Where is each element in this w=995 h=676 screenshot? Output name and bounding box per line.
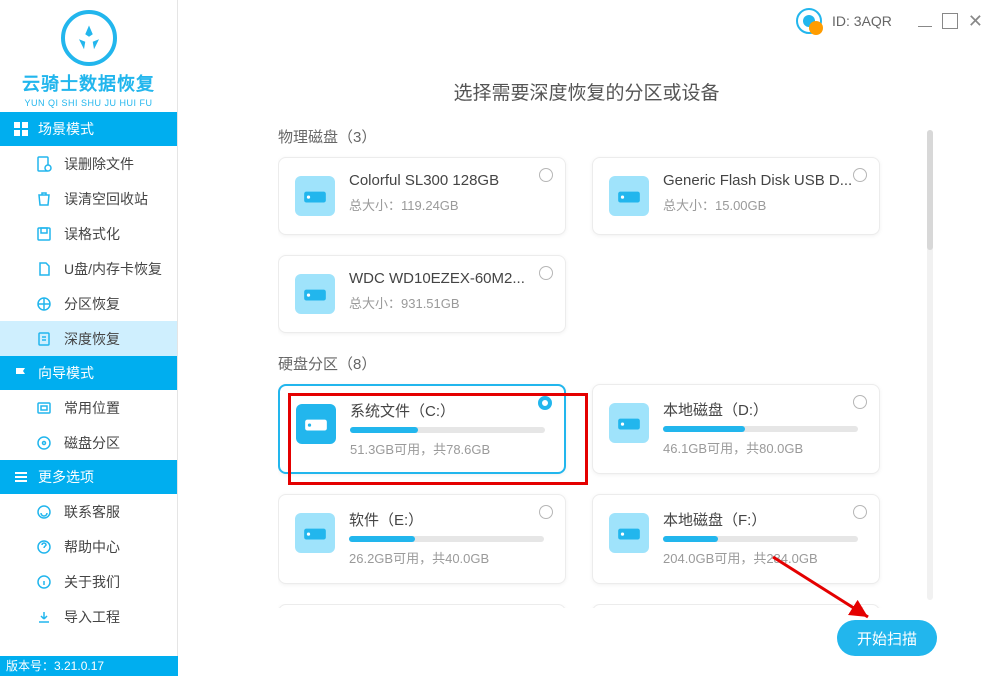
usage-bar: [663, 536, 858, 542]
grid-icon: [12, 120, 30, 138]
app-name-pinyin: YUN QI SHI SHU JU HUI FU: [0, 98, 177, 108]
window-minimize[interactable]: [918, 26, 932, 27]
main-panel: ID: 3AQR ✕ 选择需要深度恢复的分区或设备 物理磁盘（3） Colorf…: [178, 0, 995, 676]
partition-usage: 204.0GB可用，共284.0GB: [663, 548, 863, 567]
hdd-icon: [295, 513, 335, 553]
disk-size: 总大小：15.00GB: [663, 195, 863, 214]
disk-size: 总大小：119.24GB: [349, 195, 549, 214]
partition-card-d[interactable]: 本地磁盘（D:） 46.1GB可用，共80.0GB: [592, 384, 880, 474]
nav-format[interactable]: 误格式化: [0, 216, 177, 251]
sidebar: 云骑士数据恢复 YUN QI SHI SHU JU HUI FU 场景模式 误删…: [0, 0, 178, 676]
partition-name: 本地磁盘（D:）: [663, 399, 853, 420]
radio[interactable]: [539, 505, 553, 519]
window-close[interactable]: ✕: [968, 11, 983, 32]
radio[interactable]: [853, 395, 867, 409]
hdd-icon: [609, 403, 649, 443]
partition-icon: [34, 294, 54, 314]
radio[interactable]: [853, 168, 867, 182]
import-icon: [34, 607, 54, 627]
partition-name: 本地磁盘（F:）: [663, 509, 853, 530]
nav-about[interactable]: 关于我们: [0, 564, 177, 599]
hdd-icon: [609, 176, 649, 216]
nav-import[interactable]: 导入工程: [0, 599, 177, 634]
partition-usage: 26.2GB可用，共40.0GB: [349, 548, 549, 567]
disk-name: Generic Flash Disk USB D...: [663, 172, 853, 189]
section-scene-mode[interactable]: 场景模式: [0, 112, 177, 146]
hdd-icon: [609, 513, 649, 553]
section-wizard-mode[interactable]: 向导模式: [0, 356, 177, 390]
group-partitions: 硬盘分区（8）: [278, 353, 925, 374]
scrollbar-thumb[interactable]: [927, 130, 933, 250]
disk-size: 总大小：931.51GB: [349, 293, 549, 312]
help-icon: [34, 537, 54, 557]
file-icon: [34, 154, 54, 174]
partition-card-e[interactable]: 软件（E:） 26.2GB可用，共40.0GB: [278, 494, 566, 584]
radio[interactable]: [853, 607, 867, 608]
user-id: ID: 3AQR: [832, 13, 892, 29]
menu-icon: [12, 468, 30, 486]
nav-disk-partition[interactable]: 磁盘分区: [0, 425, 177, 460]
radio-selected[interactable]: [538, 396, 552, 410]
version-label: 版本号：3.21.0.17: [0, 656, 178, 676]
partition-card-more[interactable]: [278, 604, 566, 608]
nav-usb-sd[interactable]: U盘/内存卡恢复: [0, 251, 177, 286]
disk-card[interactable]: Colorful SL300 128GB 总大小：119.24GB: [278, 157, 566, 235]
section-more-options[interactable]: 更多选项: [0, 460, 177, 494]
disk-name: Colorful SL300 128GB: [349, 172, 539, 189]
window-maximize[interactable]: [942, 13, 958, 29]
usage-bar: [663, 426, 858, 432]
disk-icon: [34, 433, 54, 453]
partition-usage: 51.3GB可用，共78.6GB: [350, 439, 548, 458]
disk-card[interactable]: Generic Flash Disk USB D... 总大小：15.00GB: [592, 157, 880, 235]
usage-bar: [350, 427, 545, 433]
start-scan-button[interactable]: 开始扫描: [837, 620, 937, 656]
section-label: 更多选项: [38, 467, 94, 487]
account-badge-icon[interactable]: [796, 8, 822, 34]
app-name: 云骑士数据恢复: [0, 70, 177, 96]
hdd-icon: [295, 176, 335, 216]
scrollbar-track[interactable]: [927, 130, 933, 600]
hdd-icon: [296, 404, 336, 444]
section-label: 场景模式: [38, 119, 94, 139]
titlebar: ID: 3AQR ✕: [796, 8, 983, 34]
section-label: 向导模式: [38, 363, 94, 383]
disk-card[interactable]: WDC WD10EZEX-60M2... 总大小：931.51GB: [278, 255, 566, 333]
trash-icon: [34, 189, 54, 209]
partition-usage: 46.1GB可用，共80.0GB: [663, 438, 863, 457]
radio[interactable]: [853, 505, 867, 519]
nav-recycle-bin[interactable]: 误清空回收站: [0, 181, 177, 216]
partition-card-c[interactable]: 系统文件（C:） 51.3GB可用，共78.6GB: [278, 384, 566, 474]
app-logo: 云骑士数据恢复 YUN QI SHI SHU JU HUI FU: [0, 0, 177, 112]
floppy-icon: [34, 224, 54, 244]
hdd-icon: [295, 274, 335, 314]
flag-icon: [12, 364, 30, 382]
partition-name: 系统文件（C:）: [350, 400, 540, 421]
nav-partition-recover[interactable]: 分区恢复: [0, 286, 177, 321]
nav-deep-recover[interactable]: 深度恢复: [0, 321, 177, 356]
group-physical-disks: 物理磁盘（3）: [278, 126, 925, 147]
partition-card-f[interactable]: 本地磁盘（F:） 204.0GB可用，共284.0GB: [592, 494, 880, 584]
sdcard-icon: [34, 259, 54, 279]
disk-name: WDC WD10EZEX-60M2...: [349, 270, 539, 287]
partition-card-more[interactable]: [592, 604, 880, 608]
deep-icon: [34, 329, 54, 349]
partition-name: 软件（E:）: [349, 509, 539, 530]
headset-icon: [34, 502, 54, 522]
info-icon: [34, 572, 54, 592]
radio[interactable]: [539, 266, 553, 280]
device-list: 物理磁盘（3） Colorful SL300 128GB 总大小：119.24G…: [278, 120, 925, 608]
usage-bar: [349, 536, 544, 542]
location-icon: [34, 398, 54, 418]
nav-contact[interactable]: 联系客服: [0, 494, 177, 529]
nav-common-location[interactable]: 常用位置: [0, 390, 177, 425]
radio[interactable]: [539, 168, 553, 182]
logo-icon: [61, 10, 117, 66]
nav-deleted-files[interactable]: 误删除文件: [0, 146, 177, 181]
nav-help[interactable]: 帮助中心: [0, 529, 177, 564]
